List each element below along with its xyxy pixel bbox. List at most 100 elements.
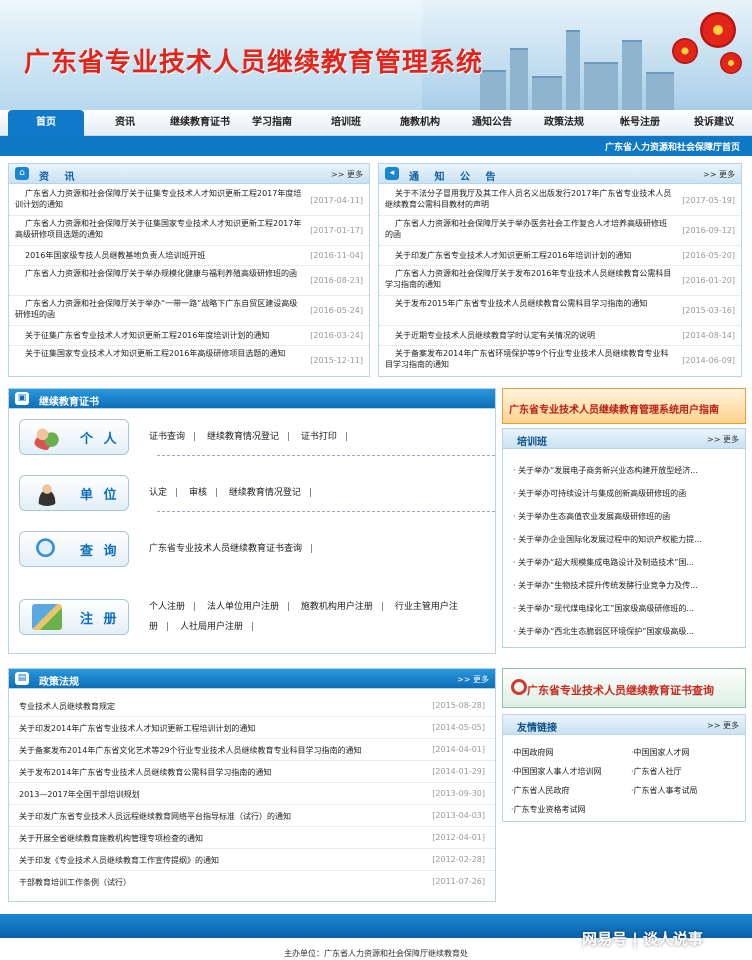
footer-text: 主办单位：广东省人力资源和社会保障厅继续教育处	[284, 949, 468, 958]
site-title: 广东省专业技术人员继续教育管理系统	[24, 48, 484, 78]
policy-item[interactable]: 关于印发广东省专业技术人员远程继续教育网络平台指导标准（试行）的通知 [2013-…	[9, 805, 495, 827]
notices-more-link[interactable]: >> 更多	[703, 169, 735, 180]
notice-item[interactable]: 关于印发广东省专业技术人才知识更新工程2016年培训计划的通知 [2016-05-…	[379, 246, 741, 266]
friend-link[interactable]: ·广东省人社厅	[631, 766, 682, 777]
nav-complaint[interactable]: 投诉建议	[684, 110, 744, 136]
legal-unit-register-link[interactable]: 法人单位用户注册	[207, 602, 279, 612]
query-links: 广东省专业技术人员继续教育证书查询 |	[149, 544, 314, 554]
friend-link[interactable]: ·广东省人事考试局	[631, 785, 698, 796]
certificate-icon: ▣	[15, 392, 29, 405]
training-item[interactable]: · 关于举办企业国际化发展过程中的知识产权能力提...	[513, 534, 728, 545]
notice-item[interactable]: 关于发布2015年广东省专业技术人员继续教育公需科目学习指南的通知 [2015-0…	[379, 296, 741, 326]
training-more-link[interactable]: >> 更多	[707, 434, 739, 445]
friend-link[interactable]: ·广东省人民政府	[511, 785, 570, 796]
training-item[interactable]: · 关于举办“超大规模集成电路设计及制造技术”国...	[513, 557, 728, 568]
home-icon: ⌂	[15, 167, 29, 180]
news-item[interactable]: 广东省人力资源和社会保障厅关于举办规模化健康与福利养殖高级研修班的函 [2016-…	[9, 266, 369, 296]
hrss-bureau-register-link[interactable]: 人社局用户注册	[180, 622, 243, 632]
training-panel: 培训班 >> 更多 · 关于举办“发展电子商务新兴业态构建开放型经济... · …	[502, 428, 746, 648]
training-item[interactable]: · 关于举办“发展电子商务新兴业态构建开放型经济...	[513, 465, 728, 476]
speaker-icon: ◂	[385, 167, 399, 180]
training-item[interactable]: · 关于举办生态高值农业发展高级研修班的函	[513, 511, 728, 522]
policy-item[interactable]: 关于开展全省继续教育施教机构管理专项检查的通知 [2012-04-01]	[9, 827, 495, 849]
training-item[interactable]: · 关于举办可持续设计与集成创新高级研修班的函	[513, 488, 728, 499]
friend-link[interactable]: ·中国国家人事人才培训网	[511, 766, 602, 777]
friend-links-more-link[interactable]: >> 更多	[707, 720, 739, 731]
watermark: 网易号 | 谈人说事	[582, 930, 703, 948]
personal-button[interactable]: 个 人	[19, 419, 129, 455]
province-certificate-query-link[interactable]: 广东省专业技术人员继续教育证书查询	[149, 544, 302, 554]
register-button[interactable]: 注 册	[19, 599, 129, 635]
policy-item[interactable]: 关于发布2014年广东省专业技术人员继续教育公需科目学习指南的通知 [2014-0…	[9, 761, 495, 783]
training-panel-title: 培训班	[517, 437, 547, 448]
people-icon	[32, 424, 62, 450]
flower-decoration	[700, 12, 736, 48]
notices-panel-title: 通 知 公 告	[409, 172, 502, 183]
friend-link[interactable]: ·中国政府网	[511, 747, 554, 758]
training-item[interactable]: · 关于举办“生物技术提升传统发酵行业竞争力及传...	[513, 580, 728, 591]
policy-item[interactable]: 专业技术人员继续教育规定 [2015-08-28]	[9, 695, 495, 717]
hrss-home-link[interactable]: 广东省人力资源和社会保障厅首页	[605, 140, 740, 153]
education-record-link[interactable]: 继续教育情况登记	[207, 432, 279, 442]
person-icon	[32, 480, 62, 506]
notice-item[interactable]: 关于近期专业技术人员继续教育学时认定有关情况的说明 [2014-08-14]	[379, 326, 741, 346]
user-guide-banner[interactable]: 广东省专业技术人员继续教育管理系统用户指南	[502, 388, 746, 424]
nav-news[interactable]: 资讯	[100, 110, 150, 136]
nav-certificate[interactable]: 继续教育证书	[160, 110, 240, 136]
policy-item[interactable]: 关于印发《专业技术人员继续教育工作宣传提纲》的通知 [2012-02-28]	[9, 849, 495, 871]
personal-links: 证书查询 | 继续教育情况登记 | 证书打印 |	[149, 432, 348, 442]
friend-links-title: 友情链接	[517, 723, 557, 734]
unit-record-link[interactable]: 继续教育情况登记	[229, 488, 301, 498]
site-header: 广东省专业技术人员继续教育管理系统	[0, 0, 752, 110]
nav-register[interactable]: 帐号注册	[612, 110, 668, 136]
nav-training[interactable]: 培训班	[318, 110, 374, 136]
news-item[interactable]: 广东省人力资源和社会保障厅关于征集专业技术人才知识更新工程2017年度培训计划的…	[9, 186, 369, 216]
nav-policy[interactable]: 政策法规	[536, 110, 592, 136]
notice-item[interactable]: 关于不法分子冒用我厅及其工作人员名义出版发行2017年广东省专业技术人员继续教育…	[379, 186, 741, 216]
news-item[interactable]: 广东省人力资源和社会保障厅关于征集国家专业技术人才知识更新工程2017年高级研修…	[9, 216, 369, 246]
news-item[interactable]: 关于征集广东省专业技术人才知识更新工程2016年度培训计划的通知 [2016-03…	[9, 326, 369, 346]
certificate-panel: ▣ 继续教育证书 个 人 证书查询 | 继续教育情况登记 | 证书打印 | 单 位 认…	[8, 388, 496, 654]
unit-button[interactable]: 单 位	[19, 475, 129, 511]
unit-links: 认定 | 审核 | 继续教育情况登记 |	[149, 488, 312, 498]
query-button[interactable]: 查 询	[19, 531, 129, 567]
news-more-link[interactable]: >> 更多	[331, 169, 363, 180]
notice-item[interactable]: 关于备案发布2014年广东省环境保护等9个行业专业技术人员继续教育专业科目学习指…	[379, 346, 741, 376]
nav-home[interactable]: 首页	[8, 110, 84, 136]
friend-link[interactable]: ·广东专业资格考试网	[511, 804, 586, 815]
main-nav: 首页 资讯 继续教育证书 学习指南 培训班 施教机构 通知公告 政策法规 帐号注…	[0, 110, 752, 136]
news-panel: ⌂ 资 讯 >> 更多 广东省人力资源和社会保障厅关于征集专业技术人才知识更新工…	[8, 163, 370, 377]
friend-link[interactable]: ·中国国家人才网	[631, 747, 690, 758]
nav-notices[interactable]: 通知公告	[464, 110, 520, 136]
policy-item[interactable]: 关于备案发布2014年广东省文化艺术等29个行业专业技术人员继续教育专业科目学习…	[9, 739, 495, 761]
register-links: 个人注册 | 法人单位用户注册 | 施教机构用户注册 | 行业主管用户注册 | 人社局用…	[149, 602, 458, 632]
notice-item[interactable]: 广东省人力资源和社会保障厅关于发布2016年专业技术人员继续教育公需科目学习指南…	[379, 266, 741, 296]
review-link[interactable]: 审核	[189, 488, 207, 498]
news-item[interactable]: 关于征集国家专业技术人才知识更新工程2016年高级研修项目选题的通知 [2015-…	[9, 346, 369, 376]
training-item[interactable]: · 关于举办“西北生态脆弱区环境保护”国家级高级...	[513, 626, 728, 637]
approve-link[interactable]: 认定	[149, 488, 167, 498]
nav-institutions[interactable]: 施教机构	[392, 110, 448, 136]
training-item[interactable]: · 关于举办“现代煤电绿化工”国家级高级研修班的...	[513, 603, 728, 614]
news-panel-title: 资 讯	[39, 172, 81, 183]
sub-bar: 广东省人力资源和社会保障厅首页	[0, 136, 752, 156]
personal-register-link[interactable]: 个人注册	[149, 602, 185, 612]
certificate-panel-title: 继续教育证书	[39, 397, 99, 408]
certificate-query-link[interactable]: 证书查询	[149, 432, 185, 442]
nav-study-guide[interactable]: 学习指南	[244, 110, 300, 136]
policy-panel: ▤ 政策法规 >> 更多 专业技术人员继续教育规定 [2015-08-28] 关于…	[8, 668, 496, 902]
certificate-query-banner[interactable]: 广东省专业技术人员继续教育证书查询	[502, 668, 746, 708]
policy-item[interactable]: 干部教育培训工作条例（试行） [2011-07-26]	[9, 871, 495, 893]
news-item[interactable]: 2016年国家级专技人员继教基地负责人培训班开班 [2016-11-04]	[9, 246, 369, 266]
register-icon	[32, 604, 62, 630]
notices-panel: ◂ 通 知 公 告 >> 更多 关于不法分子冒用我厅及其工作人员名义出版发行20…	[378, 163, 742, 377]
certificate-print-link[interactable]: 证书打印	[301, 432, 337, 442]
policy-more-link[interactable]: >> 更多	[457, 674, 489, 685]
policy-item[interactable]: 关于印发2014年广东省专业技术人才知识更新工程培训计划的通知 [2014-05-…	[9, 717, 495, 739]
news-item[interactable]: 广东省人力资源和社会保障厅关于举办“一带一路”战略下广东自贸区建设高级研修班的函…	[9, 296, 369, 326]
notice-item[interactable]: 广东省人力资源和社会保障厅关于举办医务社会工作复合人才培养高级研修班的函 [201…	[379, 216, 741, 246]
friend-links-panel: 友情链接 >> 更多 ·中国政府网 ·中国国家人才网 ·中国国家人事人才培训网 …	[502, 714, 746, 822]
institution-register-link[interactable]: 施教机构用户注册	[301, 602, 373, 612]
policy-item[interactable]: 2013—2017年全国干部培训规划 [2013-09-30]	[9, 783, 495, 805]
policy-panel-title: 政策法规	[39, 677, 79, 688]
